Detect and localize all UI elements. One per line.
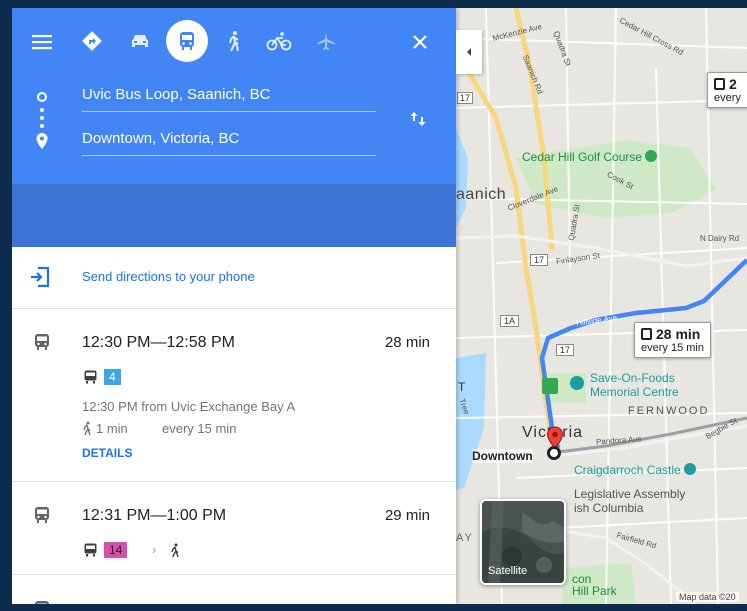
- trip-duration: 28 min: [384, 334, 430, 351]
- bus-icon: [714, 78, 725, 90]
- origin-input[interactable]: Uvic Bus Loop, Saanich, BC: [82, 84, 376, 112]
- route-dots-icon: [40, 116, 44, 120]
- frequency: every 15 min: [162, 421, 237, 436]
- departure-info: 12:30 PM from Uvic Exchange Bay A: [82, 399, 296, 414]
- destination-input[interactable]: Downtown, Victoria, BC: [82, 128, 376, 156]
- trip-option[interactable]: 12:30 PM—12:58 PM 28 min 4 12:30 PM from…: [12, 310, 456, 482]
- route-callout-edge[interactable]: 2 every: [707, 72, 747, 108]
- satellite-label: Satellite: [488, 565, 528, 577]
- map-label: Cedar Hill Golf Course: [522, 150, 658, 164]
- map-label: Craigdarroch Castle: [574, 463, 697, 477]
- map-label: aanich: [456, 186, 507, 203]
- trip-time: 12:30 PM—12:58 PM: [82, 334, 235, 351]
- mode-walk-button[interactable]: [220, 26, 248, 56]
- bus-icon: [84, 370, 97, 384]
- route-dots-icon: [40, 108, 44, 112]
- send-to-phone-label[interactable]: Send directions to your phone: [82, 269, 255, 284]
- trip-option[interactable]: 12:31 PM—1:00 PM 29 min 14 ›: [12, 483, 456, 575]
- bike-icon: [266, 32, 292, 51]
- transit-icon: [180, 32, 194, 50]
- trip-time: 12:31 PM—1:00 PM: [82, 507, 227, 524]
- route-callout[interactable]: 28 min every 15 min: [634, 322, 711, 358]
- transit-icon: [35, 334, 49, 350]
- highway-shield: 17: [556, 344, 575, 356]
- close-button[interactable]: [406, 28, 434, 56]
- walk-icon: [83, 421, 91, 435]
- transit-icon: [35, 507, 49, 523]
- walk-icon: [171, 543, 179, 557]
- route-dots-icon: [40, 124, 44, 128]
- map-label: N Dairy Rd: [700, 234, 740, 243]
- map-label: FERNWOOD: [628, 405, 710, 417]
- route-badge: 14: [104, 542, 128, 558]
- highway-shield: 1A: [500, 315, 520, 327]
- bus-icon: [641, 328, 652, 340]
- highway-shield: 17: [530, 254, 549, 266]
- map-label: con Hill Park: [572, 572, 617, 598]
- destination-marker: [547, 446, 561, 460]
- map-label: Downtown: [472, 449, 533, 463]
- walk-icon: [229, 31, 239, 52]
- details-link[interactable]: DETAILS: [82, 446, 132, 460]
- chevron-right-icon: ›: [152, 542, 157, 557]
- chevron-left-icon: [467, 48, 471, 56]
- trip-option[interactable]: [12, 576, 456, 604]
- mode-car-button[interactable]: [126, 26, 154, 56]
- shopping-icon: [570, 376, 584, 390]
- highway-shield: 17: [457, 92, 474, 104]
- directions-panel: Uvic Bus Loop, Saanich, BC Downtown, Vic…: [12, 8, 456, 604]
- collapse-panel-button[interactable]: [456, 30, 482, 74]
- map-attribution[interactable]: Map data ©20: [676, 592, 739, 602]
- walk-time: 1 min: [96, 421, 128, 436]
- directions-icon: [82, 31, 102, 51]
- origin-icon: [37, 92, 47, 102]
- destination-pin-icon: [36, 133, 48, 149]
- trip-options-bar: + Leave now OPTIONS: [12, 184, 456, 402]
- swap-icon: [410, 112, 426, 126]
- map-label: Save-On-Foods Memorial Centre: [590, 371, 679, 399]
- menu-button[interactable]: [28, 30, 56, 54]
- mode-transit-button[interactable]: [166, 20, 208, 62]
- map-label: AY: [456, 532, 474, 544]
- directions-header: Uvic Bus Loop, Saanich, BC Downtown, Vic…: [12, 8, 456, 184]
- trip-duration: 29 min: [384, 507, 430, 524]
- send-to-phone-icon: [31, 266, 50, 288]
- menu-icon: [32, 35, 52, 50]
- car-icon: [132, 35, 148, 47]
- flight-icon: [317, 32, 335, 50]
- close-icon: [413, 35, 427, 49]
- mode-flight-button[interactable]: [312, 26, 340, 56]
- map-label: Legislative Assembly ish Columbia: [574, 487, 686, 515]
- swap-locations-button[interactable]: [405, 106, 431, 132]
- satellite-toggle[interactable]: Satellite: [480, 499, 566, 585]
- route-badge: 4: [104, 369, 121, 385]
- mode-best-route-button[interactable]: [78, 26, 106, 56]
- park-icon: [542, 378, 558, 394]
- map-label: T: [458, 380, 466, 394]
- mode-bike-button[interactable]: [262, 26, 296, 56]
- transit-icon: [35, 601, 49, 604]
- directions-app: McKenzie Ave Cedar Hill Cross Rd Quadra …: [12, 8, 747, 604]
- send-to-phone-row[interactable]: Send directions to your phone: [12, 247, 456, 309]
- bus-icon: [84, 543, 97, 557]
